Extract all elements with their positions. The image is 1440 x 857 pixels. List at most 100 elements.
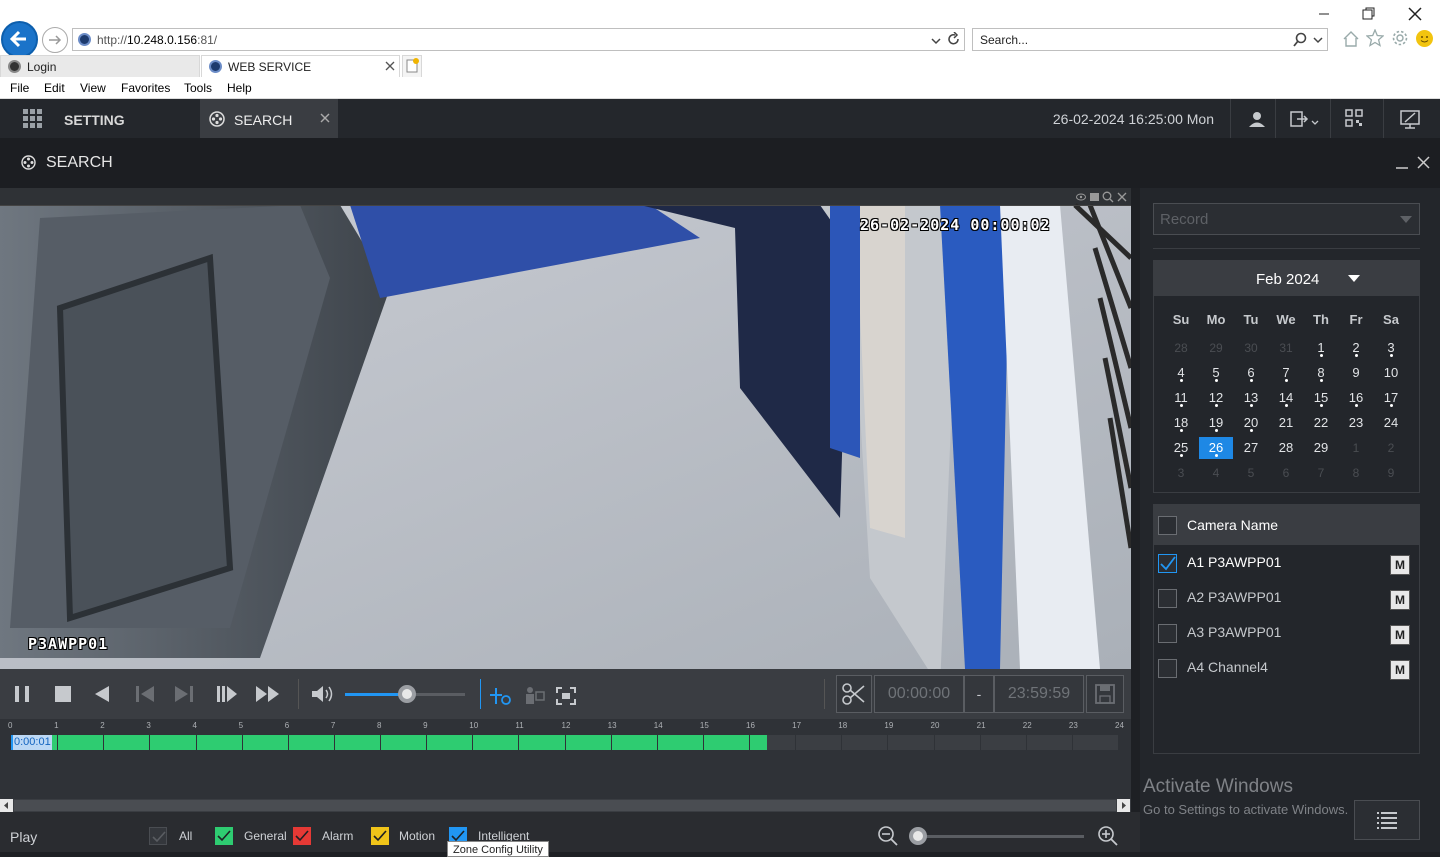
legend-motion-checkbox[interactable] — [371, 827, 389, 845]
close-panel-icon[interactable] — [1417, 156, 1430, 169]
menu-favorites[interactable]: Favorites — [121, 81, 170, 95]
address-bar[interactable]: http://10.248.0.156:81/ — [72, 28, 965, 51]
calendar-day[interactable]: 28 — [1269, 437, 1303, 459]
record-type-select[interactable]: Record — [1153, 203, 1420, 235]
live-view-monitor-icon[interactable] — [1400, 109, 1420, 129]
favorites-star-icon[interactable] — [1366, 29, 1384, 47]
calendar-day[interactable]: 31 — [1269, 337, 1303, 359]
feedback-smiley-icon[interactable] — [1416, 30, 1433, 47]
pause-button[interactable] — [13, 685, 31, 703]
camera-checkbox[interactable] — [1158, 589, 1177, 608]
stop-button[interactable] — [54, 685, 72, 703]
clip-end-time[interactable]: 23:59:59 — [994, 675, 1084, 713]
calendar-day[interactable]: 9 — [1374, 462, 1408, 484]
camera-checkbox[interactable] — [1158, 554, 1177, 573]
volume-button[interactable] — [311, 684, 335, 704]
menu-view[interactable]: View — [80, 81, 106, 95]
search-icon[interactable] — [1293, 32, 1309, 48]
timeline-scrollbar[interactable] — [0, 799, 1131, 812]
camera-row[interactable]: A1 P3AWPP01 M — [1154, 545, 1419, 580]
calendar-day[interactable]: 22 — [1304, 412, 1338, 434]
camera-row[interactable]: A4 Channel4 M — [1154, 650, 1419, 685]
legend-all-checkbox[interactable] — [149, 827, 167, 845]
user-icon[interactable] — [1248, 110, 1266, 128]
camera-main-stream-button[interactable]: M — [1390, 555, 1410, 575]
calendar-day[interactable]: 29 — [1199, 337, 1233, 359]
address-dropdown-icon[interactable] — [931, 34, 941, 46]
calendar-day[interactable]: 24 — [1374, 412, 1408, 434]
legend-general-checkbox[interactable] — [215, 827, 233, 845]
new-tab-button[interactable] — [402, 55, 422, 77]
volume-slider[interactable] — [345, 685, 465, 703]
home-icon[interactable] — [1342, 30, 1360, 48]
calendar-day[interactable]: 29 — [1304, 437, 1338, 459]
camera-row[interactable]: A3 P3AWPP01 M — [1154, 615, 1419, 650]
smart-search-button[interactable] — [522, 686, 546, 706]
month-dropdown-icon[interactable] — [1348, 275, 1360, 283]
tab-setting[interactable]: SETTING — [0, 99, 200, 138]
search-dropdown-icon[interactable] — [1313, 34, 1323, 46]
reverse-play-button[interactable] — [93, 685, 111, 703]
qr-code-icon[interactable] — [1345, 109, 1363, 127]
fullscreen-button[interactable] — [556, 687, 576, 705]
tab-login[interactable]: Login — [0, 55, 200, 77]
next-frame-button[interactable] — [174, 684, 194, 704]
calendar-day[interactable]: 2 — [1374, 437, 1408, 459]
scroll-right-icon[interactable] — [1117, 799, 1130, 812]
gear-icon[interactable] — [1391, 29, 1409, 47]
refresh-icon[interactable] — [947, 32, 961, 47]
camera-checkbox[interactable] — [1158, 659, 1177, 678]
restore-window-button[interactable] — [1362, 7, 1376, 21]
calendar-day[interactable]: 9 — [1339, 362, 1373, 384]
calendar-day[interactable]: 7 — [1304, 462, 1338, 484]
calendar-day[interactable]: 30 — [1234, 337, 1268, 359]
calendar-day[interactable]: 1 — [1339, 437, 1373, 459]
zoom-knob[interactable] — [909, 827, 927, 845]
calendar-day[interactable]: 8 — [1339, 462, 1373, 484]
back-button[interactable] — [1, 21, 38, 58]
tab-search[interactable]: SEARCH — [200, 99, 338, 138]
forward-button[interactable] — [42, 27, 68, 53]
record-timeline[interactable]: 0 1 2 3 4 5 6 7 8 9 10 11 12 13 14 15 16 17 18 19 20 21 22 23 24… — [0, 719, 1131, 799]
menu-file[interactable]: File — [10, 81, 29, 95]
save-clip-button[interactable] — [1086, 675, 1124, 713]
calendar-day[interactable]: 3 — [1164, 462, 1198, 484]
scroll-left-icon[interactable] — [0, 799, 13, 812]
legend-alarm-checkbox[interactable] — [293, 827, 311, 845]
select-all-checkbox[interactable] — [1158, 516, 1177, 535]
calendar-day[interactable]: 23 — [1339, 412, 1373, 434]
calendar-day[interactable]: 28 — [1164, 337, 1198, 359]
calendar-day[interactable]: 4 — [1199, 462, 1233, 484]
calendar-day[interactable]: 5 — [1234, 462, 1268, 484]
fast-forward-button[interactable] — [255, 684, 281, 704]
close-window-button[interactable] — [1408, 7, 1422, 21]
menu-help[interactable]: Help — [227, 81, 252, 95]
calendar-day[interactable]: 27 — [1234, 437, 1268, 459]
camera-main-stream-button[interactable]: M — [1390, 625, 1410, 645]
camera-row[interactable]: A2 P3AWPP01 M — [1154, 580, 1419, 615]
recorded-segment[interactable] — [11, 735, 768, 750]
menu-tools[interactable]: Tools — [184, 81, 212, 95]
timeline-track[interactable] — [11, 735, 1118, 750]
calendar-day[interactable]: 10 — [1374, 362, 1408, 384]
menu-edit[interactable]: Edit — [44, 81, 65, 95]
previous-frame-button[interactable] — [135, 684, 155, 704]
zoom-out-icon[interactable] — [877, 825, 899, 847]
minimize-window-button[interactable] — [1318, 7, 1330, 21]
browser-search-field[interactable]: Search... — [972, 28, 1328, 51]
digital-zoom-button[interactable] — [489, 686, 513, 706]
clip-start-time[interactable]: 00:00:00 — [874, 675, 964, 713]
timeline-zoom-slider[interactable] — [909, 827, 1084, 845]
logout-icon[interactable] — [1290, 110, 1320, 128]
calendar-day[interactable]: 21 — [1269, 412, 1303, 434]
camera-main-stream-button[interactable]: M — [1390, 660, 1410, 680]
camera-checkbox[interactable] — [1158, 624, 1177, 643]
playback-video[interactable]: 26-02-2024 00:00:02 P3AWPP01 — [0, 188, 1131, 669]
close-search-tab-icon[interactable] — [320, 113, 330, 123]
list-menu-button[interactable] — [1354, 800, 1420, 840]
calendar-header[interactable]: Feb 2024 — [1154, 261, 1419, 296]
close-tab-icon[interactable] — [385, 61, 395, 71]
scroll-thumb[interactable] — [14, 800, 1116, 811]
minimize-panel-icon[interactable] — [1396, 157, 1408, 169]
slow-play-button[interactable] — [216, 684, 238, 704]
